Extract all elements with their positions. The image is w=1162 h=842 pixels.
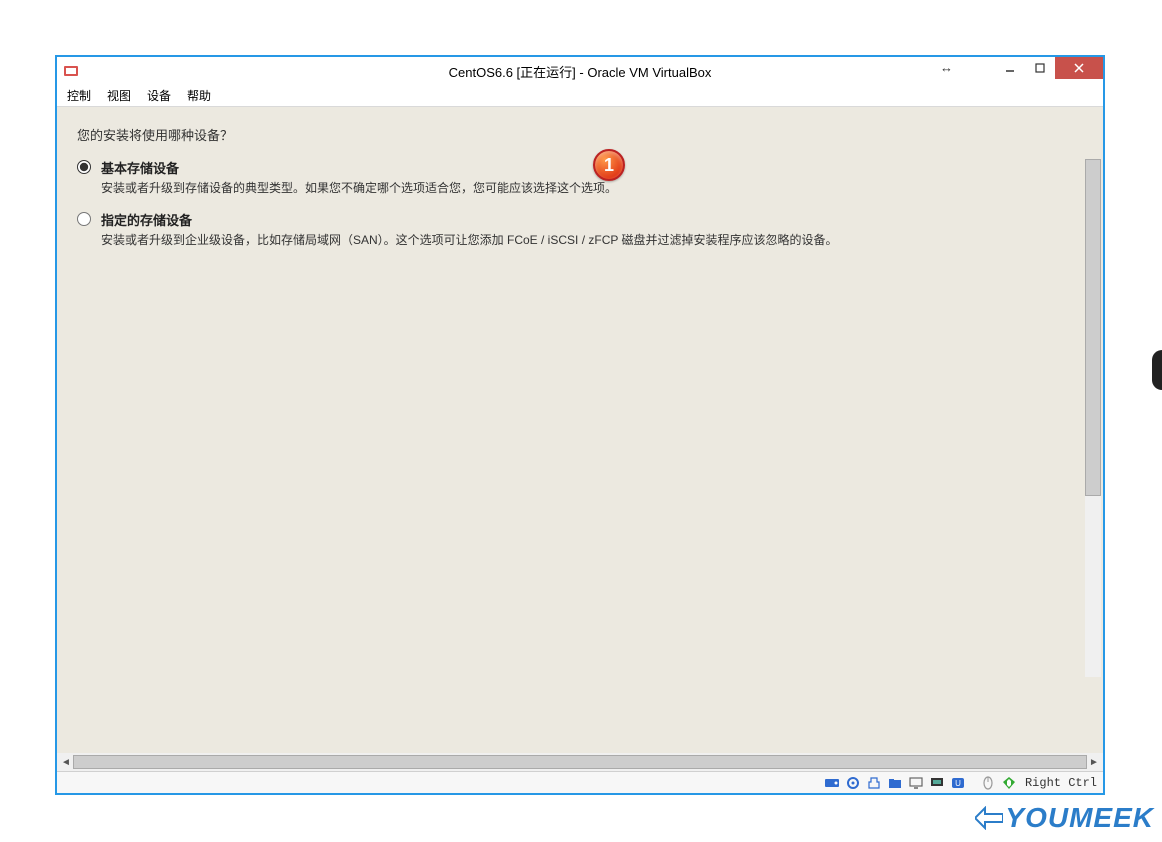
mouse-integration-icon[interactable] bbox=[979, 775, 997, 791]
display-icon[interactable] bbox=[907, 775, 925, 791]
resize-icon: ↔ bbox=[940, 60, 953, 75]
scrollbar-thumb[interactable] bbox=[73, 755, 1087, 769]
menu-view[interactable]: 视图 bbox=[107, 87, 131, 104]
option-basic-storage: 基本存储设备 安装或者升级到存储设备的典型类型。如果您不确定哪个选项适合您，您可… bbox=[57, 154, 1103, 206]
radio-specialized-storage[interactable] bbox=[77, 212, 91, 226]
virtualbox-icon bbox=[63, 63, 79, 79]
installer-content: 您的安装将使用哪种设备？ 基本存储设备 安装或者升级到存储设备的典型类型。如果您… bbox=[57, 107, 1103, 753]
horizontal-scrollbar[interactable]: ◄ ► bbox=[57, 753, 1103, 771]
window-controls bbox=[995, 57, 1103, 79]
host-key-label: Right Ctrl bbox=[1025, 776, 1097, 790]
shared-folder-icon[interactable] bbox=[886, 775, 904, 791]
option-title: 基本存储设备 bbox=[101, 158, 1083, 177]
scrollbar-thumb[interactable] bbox=[1085, 159, 1101, 496]
menu-devices[interactable]: 设备 bbox=[147, 87, 171, 104]
option-specialized-storage: 指定的存储设备 安装或者升级到企业级设备，比如存储局域网（SAN）。这个选项可让… bbox=[57, 206, 1103, 258]
network-icon[interactable] bbox=[928, 775, 946, 791]
watermark-text: YOUMEEK bbox=[1005, 802, 1154, 834]
close-button[interactable] bbox=[1055, 57, 1103, 79]
watermark-arrow-icon bbox=[975, 806, 1003, 830]
menubar: 控制 视图 设备 帮助 bbox=[57, 85, 1103, 107]
hdd-icon[interactable] bbox=[823, 775, 841, 791]
vertical-scrollbar[interactable] bbox=[1085, 159, 1101, 677]
recording-icon[interactable]: U bbox=[949, 775, 967, 791]
scroll-right-icon[interactable]: ► bbox=[1087, 757, 1101, 768]
vm-window: CentOS6.6 [正在运行] - Oracle VM VirtualBox … bbox=[55, 55, 1105, 795]
radio-basic-storage[interactable] bbox=[77, 160, 91, 174]
option-description: 安装或者升级到企业级设备，比如存储局域网（SAN）。这个选项可让您添加 FCoE… bbox=[101, 231, 861, 250]
minimize-button[interactable] bbox=[995, 57, 1025, 79]
watermark: YOUMEEK bbox=[975, 802, 1154, 834]
installer-question: 您的安装将使用哪种设备？ bbox=[57, 107, 1103, 154]
maximize-button[interactable] bbox=[1025, 57, 1055, 79]
option-title: 指定的存储设备 bbox=[101, 210, 1083, 229]
titlebar: CentOS6.6 [正在运行] - Oracle VM VirtualBox … bbox=[57, 57, 1103, 85]
annotation-badge-1: 1 bbox=[593, 149, 625, 181]
scroll-left-icon[interactable]: ◄ bbox=[59, 757, 73, 768]
menu-control[interactable]: 控制 bbox=[67, 87, 91, 104]
optical-icon[interactable] bbox=[844, 775, 862, 791]
side-nub bbox=[1152, 350, 1162, 390]
host-key-icon[interactable] bbox=[1000, 775, 1018, 791]
usb-icon[interactable] bbox=[865, 775, 883, 791]
option-description: 安装或者升级到存储设备的典型类型。如果您不确定哪个选项适合您，您可能应该选择这个… bbox=[101, 179, 861, 198]
svg-text:U: U bbox=[955, 779, 961, 788]
menu-help[interactable]: 帮助 bbox=[187, 87, 211, 104]
statusbar: U Right Ctrl bbox=[57, 771, 1103, 793]
